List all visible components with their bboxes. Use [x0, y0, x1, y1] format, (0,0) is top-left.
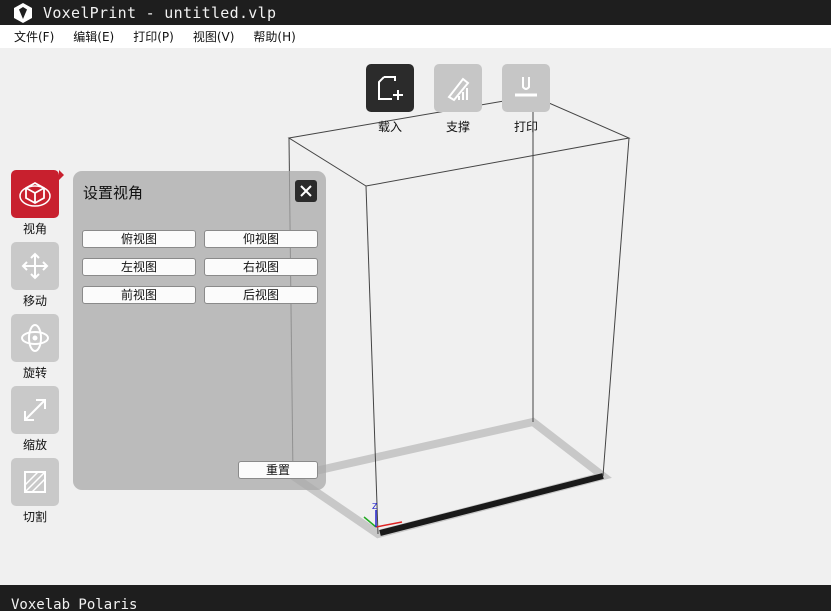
load-button[interactable] [366, 64, 414, 112]
left-view-button[interactable]: 左视图 [82, 258, 196, 276]
view-tool-label: 视角 [5, 220, 65, 237]
close-icon [300, 185, 312, 197]
move-tool-button[interactable] [11, 242, 59, 290]
top-view-button[interactable]: 俯视图 [82, 230, 196, 248]
print-icon [511, 73, 541, 103]
support-button[interactable] [434, 64, 482, 112]
rotate-icon [19, 322, 51, 354]
menu-help[interactable]: 帮助(H) [247, 28, 301, 45]
front-view-button[interactable]: 前视图 [82, 286, 196, 304]
cut-tool-label: 切割 [5, 508, 65, 525]
menu-print[interactable]: 打印(P) [127, 28, 180, 45]
rotate-tool-button[interactable] [11, 314, 59, 362]
cut-icon [20, 467, 50, 497]
rotate-tool-label: 旋转 [5, 364, 65, 381]
panel-title: 设置视角 [83, 182, 143, 203]
load-label: 载入 [360, 118, 420, 135]
volume-edge [366, 186, 378, 534]
active-tool-caret [59, 170, 64, 180]
printer-name: Voxelab Polaris [11, 597, 137, 611]
scale-tool-label: 缩放 [5, 436, 65, 453]
scale-icon [20, 395, 50, 425]
build-plate-front-edge [380, 476, 603, 533]
move-tool-label: 移动 [5, 292, 65, 309]
scale-tool-button[interactable] [11, 386, 59, 434]
volume-edge [603, 138, 629, 476]
move-arrows-icon [20, 251, 50, 281]
status-bar: Voxelab Polaris [0, 585, 831, 611]
print-label: 打印 [496, 118, 556, 135]
support-label: 支撑 [428, 118, 488, 135]
view-settings-panel: 设置视角 俯视图 仰视图 左视图 右视图 前视图 后视图 重置 [73, 171, 326, 490]
menu-view[interactable]: 视图(V) [187, 28, 241, 45]
back-view-button[interactable]: 后视图 [204, 286, 318, 304]
window-title: VoxelPrint - untitled.vlp [43, 4, 276, 22]
panel-close-button[interactable] [295, 180, 317, 202]
right-view-button[interactable]: 右视图 [204, 258, 318, 276]
load-icon [375, 73, 405, 103]
bottom-view-button[interactable]: 仰视图 [204, 230, 318, 248]
title-bar: VoxelPrint - untitled.vlp [0, 0, 831, 25]
app-logo-icon [12, 2, 34, 24]
z-axis-label: Z [372, 502, 378, 511]
cube-view-icon [18, 177, 52, 211]
menu-bar: 文件(F) 编辑(E) 打印(P) 视图(V) 帮助(H) [0, 25, 831, 48]
reset-view-button[interactable]: 重置 [238, 461, 318, 479]
print-button[interactable] [502, 64, 550, 112]
menu-file[interactable]: 文件(F) [8, 28, 60, 45]
view-tool-button[interactable] [11, 170, 59, 218]
support-icon [443, 73, 473, 103]
menu-edit[interactable]: 编辑(E) [67, 28, 120, 45]
cut-tool-button[interactable] [11, 458, 59, 506]
